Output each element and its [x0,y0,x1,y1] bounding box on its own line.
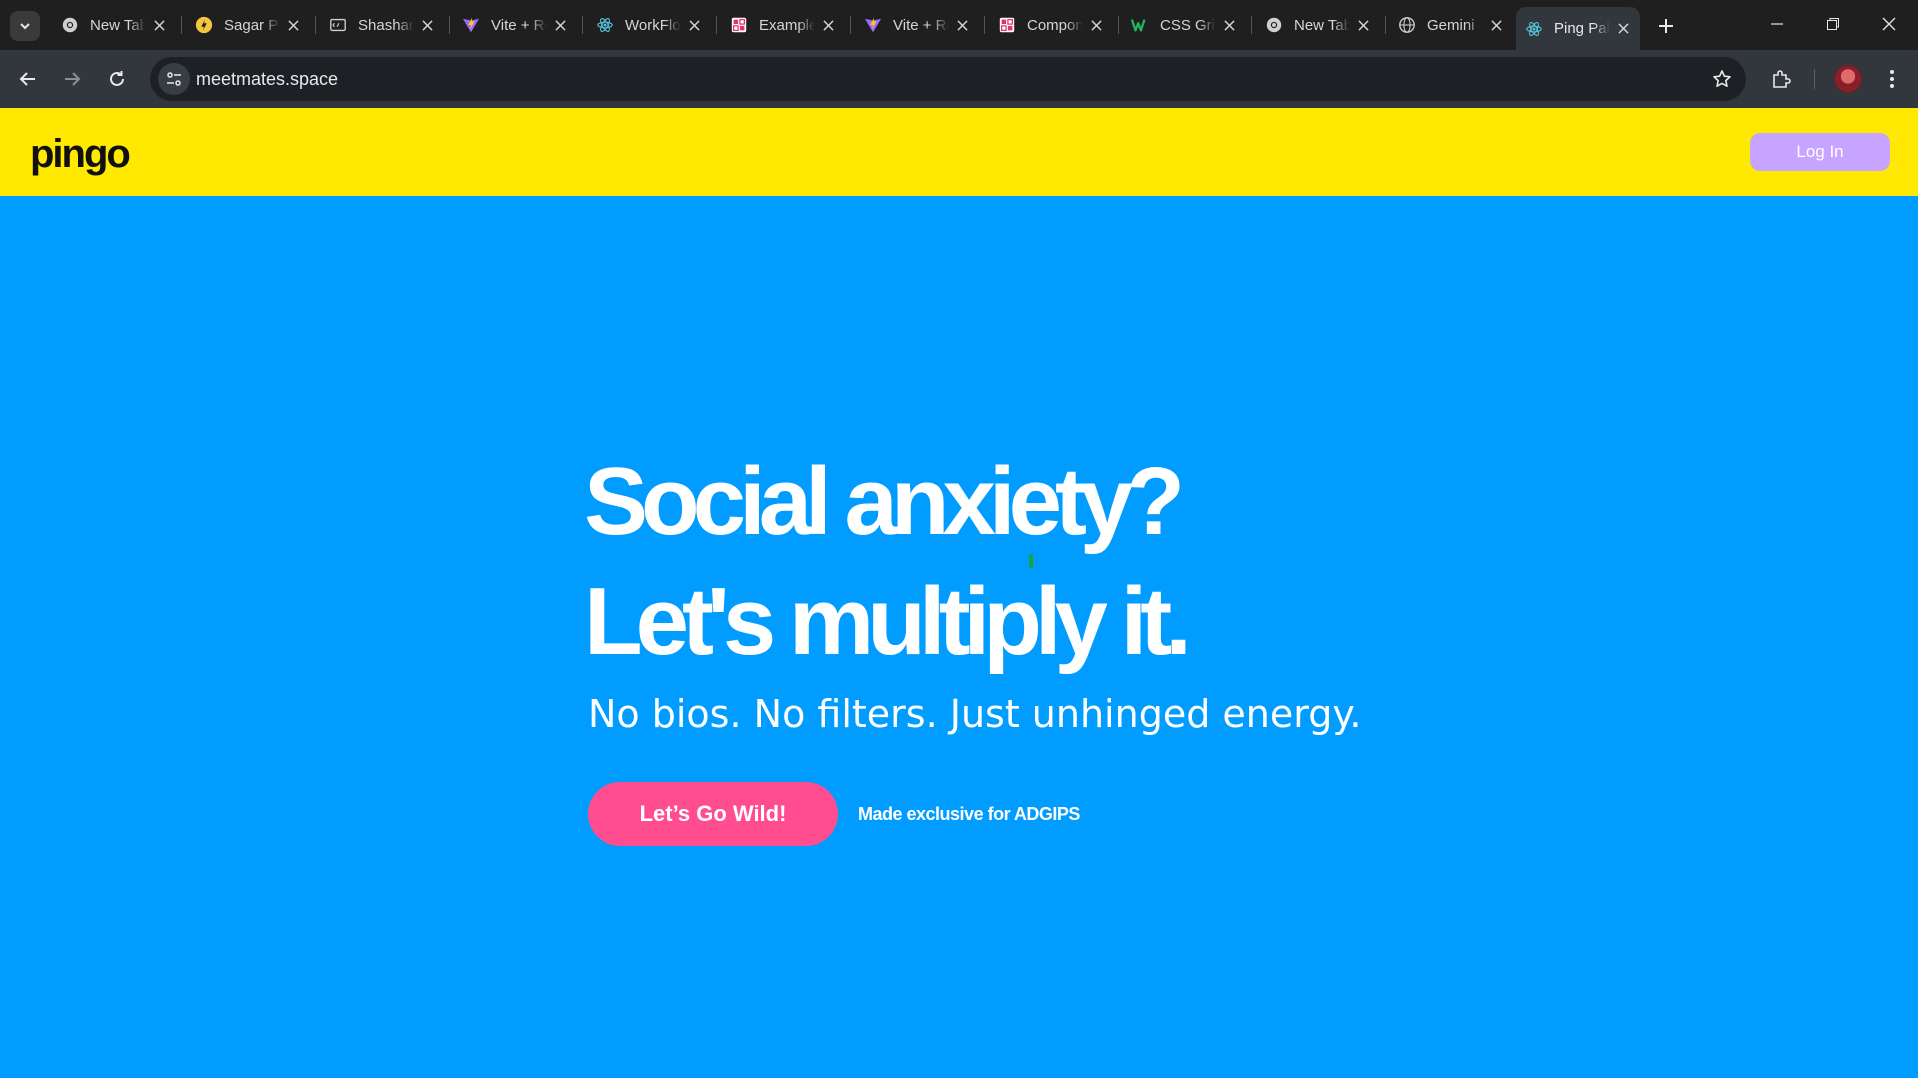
tab-title: Sagar Portfolio [224,16,280,34]
toolbar-divider [1814,69,1815,89]
close-tab-icon[interactable] [685,16,703,34]
lets-go-wild-button[interactable]: Let’s Go Wild! [588,782,838,846]
close-tab-icon[interactable] [284,16,302,34]
close-tab-icon[interactable] [819,16,837,34]
tab-9[interactable]: CSS Grid [1122,8,1246,42]
close-tab-icon[interactable] [1614,20,1632,38]
forward-button[interactable] [56,63,88,95]
tab-3[interactable]: Shashank [320,8,444,42]
tab-separator [1251,16,1252,34]
close-tab-icon[interactable] [1354,16,1372,34]
tab-title: Components [1027,16,1083,34]
close-tab-icon[interactable] [1087,16,1105,34]
hero-headline-line-1: Social anxiety? [584,448,1185,555]
reload-icon [110,71,124,86]
react-icon [1524,19,1544,39]
site-header: pingo Log In [0,108,1918,196]
reload-button[interactable] [101,63,133,95]
tab-title: New Tab [90,16,146,34]
globe-icon [1397,15,1417,35]
tab-title: CSS Grid [1160,16,1216,34]
close-tab-icon[interactable] [1487,16,1505,34]
chrome-icon [1264,15,1284,35]
text-cursor [1029,554,1033,568]
chrome-icon [60,15,80,35]
arrow-left-icon [19,72,35,86]
tab-separator [582,16,583,34]
puzzle-icon [1773,70,1791,88]
close-icon [1882,17,1896,31]
close-tab-icon[interactable] [953,16,971,34]
site-info-button[interactable] [158,63,190,95]
browser-menu-button[interactable] [1876,63,1908,95]
tab-title: Examples [759,16,815,34]
minimize-icon [1771,23,1783,25]
restore-icon [1827,18,1839,30]
hero-section: Social anxiety? Let's multiply it. No bi… [0,196,1918,1078]
minimize-button[interactable] [1750,0,1804,48]
tab-separator [850,16,851,34]
tab-strip: New Tab Sagar Portfolio Shashank Vite + Rea… [0,0,1918,50]
hero-headline-line-2: Let's multiply it. [584,568,1192,675]
close-tab-icon[interactable] [418,16,436,34]
tab-title: Vite + React [491,16,547,34]
tab-separator [181,16,182,34]
tab-separator [1118,16,1119,34]
grid-app-icon [729,15,749,35]
arrow-right-icon [65,72,81,86]
tab-title: Ping Pals [1554,20,1610,37]
site-logo[interactable]: pingo [30,132,131,177]
plus-icon [1659,19,1673,33]
sagar-favicon-icon [194,15,214,35]
bookmark-button[interactable] [1710,67,1734,91]
close-tab-icon[interactable] [1220,16,1238,34]
tune-icon [167,72,181,86]
tab-5[interactable]: WorkFlow [587,8,711,42]
tab-title: WorkFlow [625,16,681,34]
restore-button[interactable] [1806,0,1860,48]
tab-separator [1385,16,1386,34]
tab-title: Vite + React [893,16,949,34]
react-icon [595,15,615,35]
browser-toolbar: meetmates.space [0,50,1918,108]
new-tab-button[interactable] [1652,12,1680,40]
tab-4[interactable]: Vite + React [453,8,577,42]
tab-separator [315,16,316,34]
tab-10[interactable]: New Tab [1256,8,1380,42]
exclusive-note: Made exclusive for ADGIPS [858,804,1080,824]
tab-1[interactable]: New Tab [52,8,176,42]
tab-12-active[interactable]: Ping Pals [1516,7,1640,50]
tab-separator [984,16,985,34]
extensions-button[interactable] [1765,63,1797,95]
tab-title: Gemini [1427,16,1475,34]
tab-search-button[interactable] [10,11,40,41]
login-button[interactable]: Log In [1750,133,1890,171]
url-text[interactable]: meetmates.space [196,69,338,90]
close-tab-icon[interactable] [551,16,569,34]
tab-11[interactable]: Gemini [1389,8,1513,42]
tab-8[interactable]: Components [989,8,1113,42]
code-window-icon [328,15,348,35]
star-icon [1713,70,1731,87]
close-tab-icon[interactable] [150,16,168,34]
address-bar[interactable]: meetmates.space [150,57,1746,101]
profile-avatar[interactable] [1834,65,1862,93]
more-vertical-icon [1890,70,1894,88]
tab-separator [716,16,717,34]
tab-title: New Tab [1294,16,1350,34]
hero-subtitle: No bios. No filters. Just unhinged energ… [588,692,1362,736]
close-window-button[interactable] [1862,0,1916,48]
tab-separator [449,16,450,34]
w-logo-icon [1130,15,1150,35]
tab-2[interactable]: Sagar Portfolio [186,8,310,42]
grid-app-icon [997,15,1017,35]
tab-title: Shashank [358,16,414,34]
vite-icon [461,15,481,35]
tab-7[interactable]: Vite + React [855,8,979,42]
vite-icon [863,15,883,35]
back-button[interactable] [12,63,44,95]
chevron-down-icon [20,23,30,30]
tab-6[interactable]: Examples [721,8,845,42]
